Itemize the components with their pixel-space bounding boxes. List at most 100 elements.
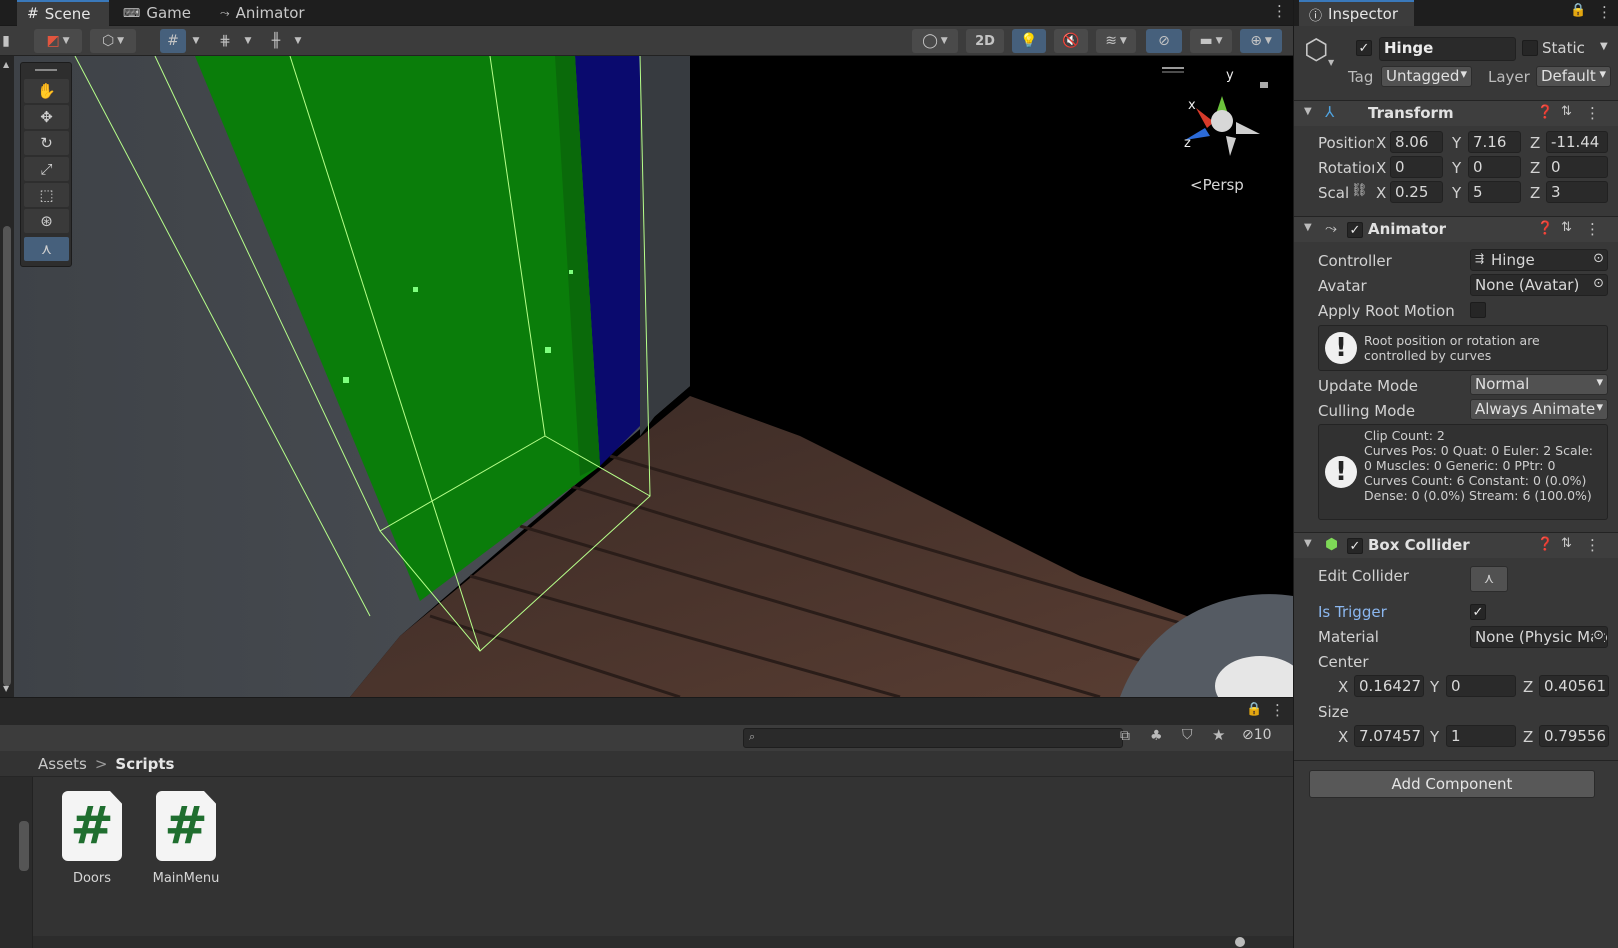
ruler-button[interactable]: ╫: [262, 29, 290, 53]
shape-dropdown[interactable]: ⬡ ▼: [90, 29, 136, 53]
scene-visibility-toggle[interactable]: ⊘: [1146, 29, 1182, 53]
tab-scene[interactable]: # Scene: [17, 0, 109, 26]
zoom-slider-handle[interactable]: [1235, 937, 1245, 947]
center-y-field[interactable]: 0: [1446, 675, 1516, 697]
hand-tool[interactable]: ✋: [24, 79, 69, 103]
tree-scrollbar-thumb[interactable]: [19, 821, 29, 871]
breadcrumb-assets[interactable]: Assets: [38, 755, 87, 773]
project-panel-menu-icon[interactable]: ⋮: [1270, 701, 1285, 719]
tab-game[interactable]: ⌨ Game: [113, 0, 201, 26]
presets-icon[interactable]: ⇅: [1561, 104, 1572, 119]
breadcrumb-scripts[interactable]: Scripts: [115, 755, 174, 773]
grid-snap-dropdown[interactable]: ▼: [188, 29, 204, 53]
rect-tool[interactable]: ⬚: [24, 183, 69, 207]
help-icon[interactable]: ❓: [1537, 105, 1553, 120]
component-menu-icon[interactable]: ⋮: [1585, 536, 1600, 554]
help-icon[interactable]: ❓: [1537, 537, 1553, 552]
layer-dropdown[interactable]: Default: [1536, 66, 1611, 87]
help-icon[interactable]: ❓: [1537, 221, 1553, 236]
presets-icon[interactable]: ⇅: [1561, 220, 1572, 235]
animator-header[interactable]: ▼ ⤳ ✓ Animator ❓ ⇅ ⋮: [1294, 216, 1618, 242]
object-picker-icon[interactable]: ⊙: [1593, 251, 1604, 266]
rotation-y-field[interactable]: 0: [1468, 156, 1521, 178]
foldout-arrow-icon[interactable]: ▼: [1304, 222, 1312, 233]
static-dropdown-chevron[interactable]: ▼: [1600, 41, 1608, 52]
add-component-button[interactable]: Add Component: [1309, 770, 1595, 798]
hidden-packages-toggle[interactable]: ⊘10: [1242, 727, 1272, 743]
position-x-field[interactable]: 8.06: [1390, 131, 1443, 153]
filter-type-icon[interactable]: ♣: [1150, 728, 1163, 744]
material-field[interactable]: None (Physic Material) ⊙: [1470, 626, 1608, 648]
object-picker-icon[interactable]: ⊙: [1593, 276, 1604, 291]
inspector-menu-icon[interactable]: ⋮: [1597, 3, 1612, 21]
label-filter-icon[interactable]: ⛉: [1182, 727, 1193, 743]
increment-snap-dropdown[interactable]: ▼: [240, 29, 256, 53]
lock-icon[interactable]: 🔒: [1570, 3, 1586, 18]
palette-grip[interactable]: [35, 69, 57, 71]
audio-toggle[interactable]: 🔇: [1054, 29, 1088, 53]
object-picker-icon[interactable]: ⊙: [1593, 628, 1604, 643]
scale-z-field[interactable]: 3: [1546, 181, 1608, 203]
file-item-mainmenu[interactable]: # MainMenu: [146, 791, 226, 886]
scroll-up-icon[interactable]: ▲: [3, 60, 9, 69]
active-checkbox[interactable]: ✓: [1356, 40, 1372, 56]
component-menu-icon[interactable]: ⋮: [1585, 104, 1600, 122]
scale-tool[interactable]: ⤢: [24, 157, 69, 181]
update-mode-dropdown[interactable]: Normal: [1470, 374, 1608, 395]
transform-tool[interactable]: ⊛: [24, 209, 69, 233]
icon-dropdown-chevron[interactable]: ▼: [1328, 58, 1334, 67]
culling-mode-dropdown[interactable]: Always Animate: [1470, 399, 1608, 420]
render-mode-dropdown[interactable]: ◯ ▼: [912, 29, 958, 53]
scene-left-scrollbar[interactable]: ▲ ▼: [0, 56, 14, 697]
position-z-field[interactable]: -11.44: [1546, 131, 1608, 153]
lighting-toggle[interactable]: 💡: [1012, 29, 1046, 53]
effects-dropdown[interactable]: ≋ ▼: [1096, 29, 1136, 53]
component-menu-icon[interactable]: ⋮: [1585, 220, 1600, 238]
size-z-field[interactable]: 0.79556: [1539, 725, 1609, 747]
apply-root-motion-checkbox[interactable]: [1470, 302, 1486, 318]
grid-snap-button[interactable]: #: [160, 29, 186, 53]
avatar-field[interactable]: None (Avatar) ⊙: [1470, 274, 1608, 296]
tab-inspector[interactable]: ⓘ Inspector: [1299, 0, 1414, 26]
tag-dropdown[interactable]: Untagged: [1381, 66, 1472, 87]
toggle-2d-button[interactable]: 2D: [966, 29, 1004, 53]
transform-header[interactable]: ▼ ⅄ Transform ❓ ⇅ ⋮: [1294, 100, 1618, 126]
center-x-field[interactable]: 0.16427: [1354, 675, 1424, 697]
rotation-x-field[interactable]: 0: [1390, 156, 1443, 178]
box-collider-header[interactable]: ▼ ⬢ ✓ Box Collider ❓ ⇅ ⋮: [1294, 532, 1618, 558]
ruler-dropdown[interactable]: ▼: [290, 29, 306, 53]
center-z-field[interactable]: 0.40561: [1539, 675, 1609, 697]
rotate-tool[interactable]: ↻: [24, 131, 69, 155]
size-x-field[interactable]: 7.07457: [1354, 725, 1424, 747]
tab-animator[interactable]: ⤳ Animator: [210, 0, 315, 26]
size-y-field[interactable]: 1: [1446, 725, 1516, 747]
project-folder-tree[interactable]: ▲: [0, 751, 33, 948]
controller-field[interactable]: ⇶ Hinge ⊙: [1470, 249, 1608, 271]
rotation-z-field[interactable]: 0: [1546, 156, 1608, 178]
edit-collider-button[interactable]: ⋏: [1470, 566, 1508, 592]
foldout-arrow-icon[interactable]: ▼: [1304, 106, 1312, 117]
box-collider-enabled-checkbox[interactable]: ✓: [1347, 538, 1363, 554]
constrain-proportions-icon[interactable]: ⛓: [1351, 183, 1368, 198]
scroll-down-icon[interactable]: ▼: [3, 684, 9, 693]
scrollbar-thumb[interactable]: [3, 226, 11, 686]
camera-dropdown[interactable]: ▬ ▼: [1190, 29, 1232, 53]
gizmos-dropdown[interactable]: ⊕ ▼: [1240, 29, 1282, 53]
projection-toggle[interactable]: <Persp: [1190, 176, 1244, 194]
draw-mode-dropdown[interactable]: ◩ ▼: [34, 29, 82, 53]
animator-enabled-checkbox[interactable]: ✓: [1347, 222, 1363, 238]
foldout-arrow-icon[interactable]: ▼: [1304, 538, 1312, 549]
file-item-doors[interactable]: # Doors: [52, 791, 132, 886]
static-checkbox[interactable]: [1522, 40, 1538, 56]
scene-viewport[interactable]: y x z: [0, 56, 1293, 697]
project-search-input[interactable]: ⌕: [743, 728, 1123, 748]
favorite-star-icon[interactable]: ★: [1212, 726, 1225, 744]
scene-panel-menu-icon[interactable]: ⋮: [1272, 2, 1287, 20]
increment-snap-button[interactable]: ⋕: [212, 29, 238, 53]
scale-y-field[interactable]: 5: [1468, 181, 1521, 203]
search-by-type-icon[interactable]: ⧉: [1120, 728, 1130, 744]
object-name-field[interactable]: Hinge: [1379, 37, 1516, 61]
move-tool[interactable]: ✥: [24, 105, 69, 129]
presets-icon[interactable]: ⇅: [1561, 536, 1572, 551]
position-y-field[interactable]: 7.16: [1468, 131, 1521, 153]
